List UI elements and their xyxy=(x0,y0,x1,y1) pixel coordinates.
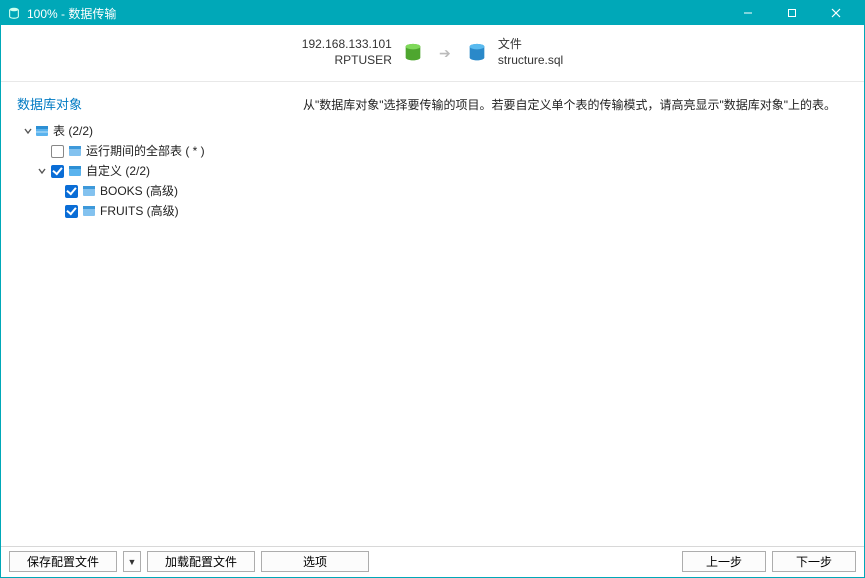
object-tree: 表 (2/2) 运行期间的全部表 ( * ) xyxy=(17,121,273,221)
checkbox-books[interactable] xyxy=(65,185,78,198)
tree-label-books: BOOKS (高级) xyxy=(100,181,178,201)
app-icon xyxy=(7,6,21,20)
table-icon xyxy=(68,144,82,158)
prev-button[interactable]: 上一步 xyxy=(682,551,766,572)
section-title-database-objects: 数据库对象 xyxy=(17,94,273,113)
table-group-icon xyxy=(68,164,82,178)
source-host: 192.168.133.101 xyxy=(302,37,392,53)
next-button[interactable]: 下一步 xyxy=(772,551,856,572)
load-profile-button[interactable]: 加载配置文件 xyxy=(147,551,255,572)
instruction-text: 从"数据库对象"选择要传输的项目。若要自定义单个表的传输模式，请高亮显示"数据库… xyxy=(303,96,848,113)
options-button[interactable]: 选项 xyxy=(261,551,369,572)
database-source-icon xyxy=(402,42,424,64)
save-profile-button[interactable]: 保存配置文件 xyxy=(9,551,117,572)
bottom-bar: 保存配置文件 ▼ 加载配置文件 选项 上一步 下一步 xyxy=(1,546,864,576)
tree-label-custom: 自定义 (2/2) xyxy=(86,161,150,181)
tree-node-runtime-all[interactable]: 运行期间的全部表 ( * ) xyxy=(17,141,273,161)
target-label: 文件 xyxy=(498,37,563,53)
checkbox-runtime-all[interactable] xyxy=(51,145,64,158)
main-area: 数据库对象 表 (2/2) xyxy=(1,82,864,546)
target-file: structure.sql xyxy=(498,53,563,69)
chevron-down-icon[interactable] xyxy=(21,124,35,138)
table-group-icon xyxy=(35,124,49,138)
checkbox-custom[interactable] xyxy=(51,165,64,178)
chevron-down-icon: ▼ xyxy=(128,557,137,567)
minimize-button[interactable] xyxy=(726,1,770,25)
source-info: 192.168.133.101 RPTUSER xyxy=(302,37,392,68)
database-target-icon xyxy=(466,42,488,64)
save-profile-dropdown[interactable]: ▼ xyxy=(123,551,141,572)
connection-header: 192.168.133.101 RPTUSER ➔ 文件 structure.s… xyxy=(1,25,864,81)
tree-node-fruits[interactable]: FRUITS (高级) xyxy=(17,201,273,221)
title-bar: 100% - 数据传输 xyxy=(1,1,864,25)
source-user: RPTUSER xyxy=(302,53,392,69)
close-button[interactable] xyxy=(814,1,858,25)
maximize-button[interactable] xyxy=(770,1,814,25)
tree-label-runtime-all: 运行期间的全部表 ( * ) xyxy=(86,141,205,161)
table-icon xyxy=(82,204,96,218)
tree-node-books[interactable]: BOOKS (高级) xyxy=(17,181,273,201)
tree-node-custom[interactable]: 自定义 (2/2) xyxy=(17,161,273,181)
tree-label-fruits: FRUITS (高级) xyxy=(100,201,179,221)
arrow-right-icon: ➔ xyxy=(434,45,456,62)
tree-label-tables: 表 (2/2) xyxy=(53,121,93,141)
right-pane: 从"数据库对象"选择要传输的项目。若要自定义单个表的传输模式，请高亮显示"数据库… xyxy=(281,82,864,546)
tree-node-tables[interactable]: 表 (2/2) xyxy=(17,121,273,141)
target-info: 文件 structure.sql xyxy=(498,37,563,68)
window-title: 100% - 数据传输 xyxy=(27,5,116,22)
checkbox-fruits[interactable] xyxy=(65,205,78,218)
table-icon xyxy=(82,184,96,198)
left-pane: 数据库对象 表 (2/2) xyxy=(1,82,281,546)
chevron-down-icon[interactable] xyxy=(35,164,49,178)
